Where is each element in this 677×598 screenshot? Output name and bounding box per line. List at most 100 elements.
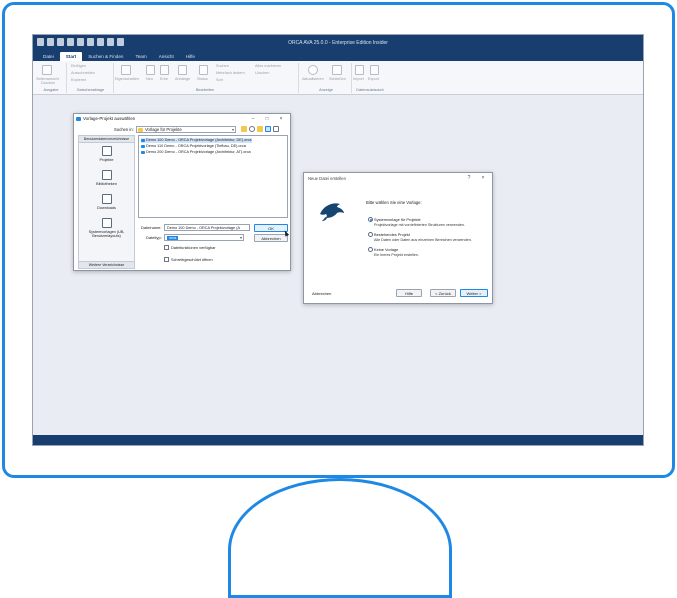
minimize-icon[interactable]: – [248, 114, 258, 124]
group-output: Ausgabe [43, 88, 59, 92]
tab-ansicht[interactable]: Ansicht [153, 52, 180, 61]
ribbon-divider [113, 63, 114, 93]
template-prompt: Bitte wählen Sie eine Vorlage: [366, 200, 422, 205]
places-footer[interactable]: Weitere Verzeichnisse [79, 261, 134, 268]
delete-icon[interactable] [160, 65, 169, 75]
ribbon-status[interactable]: Status [197, 77, 208, 81]
template-project-dialog: Vorlage-Projekt auswählen – □ × Suchen i… [73, 113, 291, 271]
look-in-label: Suchen in: [114, 127, 134, 132]
ribbon-divider [298, 63, 299, 93]
ribbon-select-all[interactable]: Alles markieren [255, 64, 281, 68]
list-item[interactable]: Demo 200 Demo - ORCA Projektvorlage (Arc… [141, 150, 251, 155]
option-no-template[interactable]: Keine Vorlage [368, 247, 398, 252]
filetype-value: orca [167, 236, 179, 240]
help-button[interactable]: Hilfe [396, 289, 422, 297]
ribbon-copy[interactable]: Kopieren [71, 78, 86, 82]
monitor-stand [228, 478, 452, 598]
option-system-template[interactable]: Systemvorlage für Projekte [368, 217, 421, 222]
ribbon-replace[interactable]: Mehrfach ändern [216, 71, 245, 75]
menubar: Datei Start Suchen & Finden Team Ansicht… [33, 51, 643, 61]
look-in-select[interactable]: Vorlage für Projekte ▾ [136, 126, 236, 133]
new-folder-icon[interactable] [257, 126, 263, 132]
tab-start[interactable]: Start [59, 52, 83, 61]
filename-input[interactable]: Demo 100 Demo - ORCA Projektvorlage (A [164, 224, 250, 231]
readonly-checkbox[interactable]: Schreibgeschützt öffnen [164, 257, 213, 262]
file-functions-checkbox[interactable]: Dateifunktionen verfügbar [164, 245, 216, 250]
tab-suchen-finden[interactable]: Suchen & Finden [82, 52, 129, 61]
orca-file-icon [141, 151, 145, 154]
download-icon [101, 194, 112, 204]
search-icon[interactable] [249, 126, 255, 132]
place-system-templates[interactable]: Systemvorlagen (UB, Benutzerlayouts) [79, 218, 134, 238]
ribbon-delete[interactable]: Erhe [160, 77, 168, 81]
cancel-link[interactable]: Abbrechen [312, 291, 331, 296]
maximize-icon[interactable]: □ [262, 114, 272, 124]
tab-team[interactable]: Team [129, 52, 152, 61]
folder-icon [138, 128, 143, 132]
ribbon-close[interactable]: Schließen [329, 77, 346, 81]
ribbon-new[interactable]: Neu [146, 77, 153, 81]
chevron-down-icon: ▾ [231, 127, 234, 132]
place-label: Projekte [99, 158, 114, 162]
places-bar: Benutzerdatenverzeichnisse Projekte Bibl… [78, 135, 135, 269]
ribbon-print[interactable]: Drucken [41, 81, 55, 85]
dialog-title: Neue Datei erstellen [308, 176, 346, 181]
new-file-dialog: Neue Datei erstellen ? × Bitte wählen Si… [303, 172, 493, 304]
option-existing-project[interactable]: Bestehendes Projekt [368, 232, 410, 237]
place-downloads[interactable]: Downloads [79, 194, 134, 210]
place-label: Downloads [97, 206, 116, 210]
print-preview-icon[interactable] [42, 65, 52, 75]
view-list-icon[interactable] [265, 126, 271, 132]
ribbon-import[interactable]: Import [353, 77, 364, 81]
attachment-icon[interactable] [178, 65, 187, 75]
tab-hilfe[interactable]: Hilfe [180, 52, 201, 61]
view-details-icon[interactable] [273, 126, 279, 132]
option-desc: Alle Daten oder Daten aus einzelnen Bere… [374, 238, 472, 242]
ribbon-insert[interactable]: Einfügen [71, 64, 86, 68]
export-icon[interactable] [370, 65, 379, 75]
ribbon-sort[interactable]: Sort [216, 78, 223, 82]
checkbox-box [164, 245, 169, 250]
list-item[interactable]: Demo 110 Demo - ORCA Projektvorlage (Tie… [141, 144, 246, 149]
ribbon-pages[interactable]: Anhänge [175, 77, 190, 81]
file-name: Demo 100 Demo - ORCA Projektvorlage (Arc… [146, 138, 252, 142]
ribbon-update[interactable]: Aktualisieren [302, 77, 324, 81]
close-window-icon[interactable] [332, 65, 342, 75]
place-projects[interactable]: Projekte [79, 146, 134, 162]
status-icon[interactable] [199, 65, 208, 75]
ribbon-properties[interactable]: Eigenschaften [115, 77, 139, 81]
cancel-button[interactable]: Abbrechen [254, 234, 288, 242]
app-screen: ORCA AVA 25.0.0 - Enterprise Edition Ins… [32, 34, 644, 446]
group-exchange: Datenaustausch [356, 88, 384, 92]
group-views: Anzeige [319, 88, 333, 92]
close-icon[interactable]: × [276, 114, 286, 124]
new-icon[interactable] [146, 65, 155, 75]
properties-icon[interactable] [121, 65, 131, 75]
ribbon-search[interactable]: Suchen [216, 64, 229, 68]
app-icon [76, 117, 81, 121]
close-icon[interactable]: × [478, 173, 488, 183]
import-icon[interactable] [355, 65, 364, 75]
folder-up-icon[interactable] [241, 126, 247, 132]
option-desc: Projektvorlage mit vordefinierten Strukt… [374, 223, 466, 227]
taskbar [33, 435, 643, 445]
filename-label: Dateiname: [141, 225, 162, 230]
option-label: Systemvorlage für Projekte [374, 217, 421, 222]
ribbon-cut[interactable]: Ausschneiden [71, 71, 95, 75]
orca-file-icon [141, 145, 145, 148]
ribbon-clear[interactable]: Löschen [255, 71, 269, 75]
tab-datei[interactable]: Datei [37, 52, 60, 61]
filetype-select[interactable]: orca ▾ [164, 234, 244, 241]
checkbox-label: Schreibgeschützt öffnen [171, 257, 213, 262]
place-libraries[interactable]: Bibliotheken [79, 170, 134, 186]
back-button[interactable]: < Zurück [430, 289, 456, 297]
help-icon[interactable]: ? [464, 173, 474, 183]
file-list[interactable]: Demo 100 Demo - ORCA Projektvorlage (Arc… [138, 135, 288, 218]
next-button[interactable]: Weiter > [460, 289, 488, 297]
ribbon-export[interactable]: Export [368, 77, 379, 81]
radio-button [368, 232, 373, 237]
app-titlebar: ORCA AVA 25.0.0 - Enterprise Edition Ins… [33, 35, 643, 51]
list-item[interactable]: Demo 100 Demo - ORCA Projektvorlage (Arc… [141, 138, 252, 143]
place-label: Bibliotheken [96, 182, 117, 186]
refresh-icon[interactable] [308, 65, 318, 75]
